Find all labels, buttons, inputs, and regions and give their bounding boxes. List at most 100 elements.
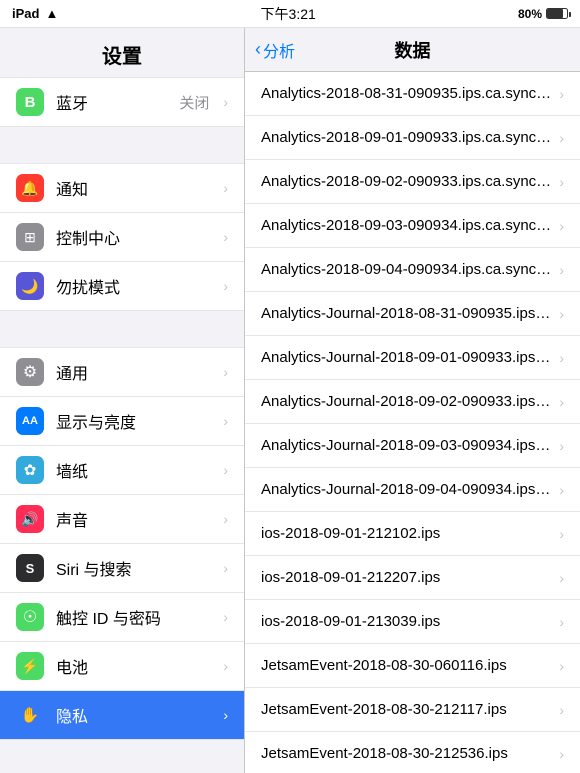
sidebar-item-display[interactable]: AA 显示与亮度 ›	[0, 397, 244, 446]
sidebar-section-3: ⚙ 通用 › AA 显示与亮度 › ✿ 墙纸 › �	[0, 347, 244, 740]
sidebar-section-top: B 蓝牙 关闭 ›	[0, 77, 244, 127]
sidebar-item-sounds[interactable]: 🔊 声音 ›	[0, 495, 244, 544]
file-name: JetsamEvent-2018-08-30-212536.ips	[261, 745, 551, 762]
file-name: JetsamEvent-2018-08-30-212117.ips	[261, 701, 551, 718]
file-name: Analytics-2018-08-31-090935.ips.ca.synce…	[261, 85, 551, 102]
list-item[interactable]: Analytics-2018-09-02-090933.ips.ca.synce…	[245, 160, 580, 204]
list-item[interactable]: Analytics-Journal-2018-09-04-090934.ips.…	[245, 468, 580, 512]
list-chevron-icon: ›	[559, 702, 564, 718]
sidebar-item-general[interactable]: ⚙ 通用 ›	[0, 347, 244, 397]
file-name: Analytics-2018-09-02-090933.ips.ca.synce…	[261, 173, 551, 190]
list-item[interactable]: Analytics-2018-09-01-090933.ips.ca.synce…	[245, 116, 580, 160]
file-name: Analytics-2018-09-01-090933.ips.ca.synce…	[261, 129, 551, 146]
touch-id-icon: ☉	[16, 603, 44, 631]
bluetooth-value: 关闭	[179, 92, 209, 113]
dnd-label: 勿扰模式	[56, 274, 209, 298]
list-item[interactable]: JetsamEvent-2018-08-30-212536.ips ›	[245, 732, 580, 773]
section-gap-1	[0, 127, 244, 163]
sidebar-item-dnd[interactable]: 🌙 勿扰模式 ›	[0, 262, 244, 311]
list-chevron-icon: ›	[559, 262, 564, 278]
file-name: JetsamEvent-2018-08-30-060116.ips	[261, 657, 551, 674]
status-right: 80%	[518, 7, 568, 21]
file-name: Analytics-Journal-2018-09-01-090933.ips.…	[261, 349, 551, 366]
dnd-icon: 🌙	[16, 272, 44, 300]
sidebar: 设置 B 蓝牙 关闭 › 🔔 通知 ›	[0, 28, 245, 773]
list-chevron-icon: ›	[559, 218, 564, 234]
file-name: Analytics-2018-09-03-090934.ips.ca.synce…	[261, 217, 551, 234]
display-icon: AA	[16, 407, 44, 435]
list-item[interactable]: Analytics-2018-08-31-090935.ips.ca.synce…	[245, 72, 580, 116]
list-item[interactable]: ios-2018-09-01-213039.ips ›	[245, 600, 580, 644]
list-chevron-icon: ›	[559, 526, 564, 542]
right-file-list: Analytics-2018-08-31-090935.ips.ca.synce…	[245, 72, 580, 773]
bluetooth-chevron: ›	[223, 94, 228, 110]
display-label: 显示与亮度	[56, 409, 209, 433]
notifications-label: 通知	[56, 176, 209, 200]
file-name: ios-2018-09-01-213039.ips	[261, 613, 551, 630]
file-name: Analytics-Journal-2018-09-02-090933.ips.…	[261, 393, 551, 410]
carrier-label: iPad	[12, 6, 39, 21]
sidebar-item-siri[interactable]: S Siri 与搜索 ›	[0, 544, 244, 593]
general-icon: ⚙	[16, 358, 44, 386]
back-button[interactable]: ‹ 分析	[255, 38, 295, 62]
sidebar-item-touch-id[interactable]: ☉ 触控 ID 与密码 ›	[0, 593, 244, 642]
control-center-chevron: ›	[223, 229, 228, 245]
sidebar-item-privacy[interactable]: ✋ 隐私 ›	[0, 691, 244, 740]
main-layout: 设置 B 蓝牙 关闭 › 🔔 通知 ›	[0, 28, 580, 773]
battery-icon-sidebar: ⚡	[16, 652, 44, 680]
sidebar-item-battery[interactable]: ⚡ 电池 ›	[0, 642, 244, 691]
sidebar-item-control-center[interactable]: ⊞ 控制中心 ›	[0, 213, 244, 262]
sidebar-item-notifications[interactable]: 🔔 通知 ›	[0, 163, 244, 213]
list-item[interactable]: JetsamEvent-2018-08-30-060116.ips ›	[245, 644, 580, 688]
right-header: ‹ 分析 数据	[245, 28, 580, 72]
sounds-label: 声音	[56, 507, 209, 531]
list-item[interactable]: ios-2018-09-01-212102.ips ›	[245, 512, 580, 556]
notifications-chevron: ›	[223, 180, 228, 196]
dnd-chevron: ›	[223, 278, 228, 294]
battery-label: 电池	[56, 654, 209, 678]
list-item[interactable]: JetsamEvent-2018-08-30-212117.ips ›	[245, 688, 580, 732]
list-chevron-icon: ›	[559, 350, 564, 366]
siri-label: Siri 与搜索	[56, 556, 209, 580]
wallpaper-chevron: ›	[223, 462, 228, 478]
battery-icon	[546, 8, 568, 19]
list-item[interactable]: Analytics-Journal-2018-09-01-090933.ips.…	[245, 336, 580, 380]
siri-icon: S	[16, 554, 44, 582]
sidebar-title: 设置	[0, 28, 244, 77]
sidebar-section-2: 🔔 通知 › ⊞ 控制中心 › 🌙 勿扰模式 ›	[0, 163, 244, 311]
list-chevron-icon: ›	[559, 130, 564, 146]
list-item[interactable]: ios-2018-09-01-212207.ips ›	[245, 556, 580, 600]
list-chevron-icon: ›	[559, 570, 564, 586]
sounds-chevron: ›	[223, 511, 228, 527]
list-item[interactable]: Analytics-Journal-2018-09-03-090934.ips.…	[245, 424, 580, 468]
battery-chevron: ›	[223, 658, 228, 674]
bluetooth-icon: B	[16, 88, 44, 116]
file-name: ios-2018-09-01-212207.ips	[261, 569, 551, 586]
general-label: 通用	[56, 360, 209, 384]
privacy-icon: ✋	[16, 701, 44, 729]
list-item[interactable]: Analytics-2018-09-03-090934.ips.ca.synce…	[245, 204, 580, 248]
battery-fill	[547, 9, 563, 18]
list-item[interactable]: Analytics-Journal-2018-08-31-090935.ips.…	[245, 292, 580, 336]
sidebar-item-bluetooth[interactable]: B 蓝牙 关闭 ›	[0, 77, 244, 127]
status-time: 下午3:21	[261, 4, 316, 24]
file-name: Analytics-Journal-2018-08-31-090935.ips.…	[261, 305, 551, 322]
list-item[interactable]: Analytics-Journal-2018-09-02-090933.ips.…	[245, 380, 580, 424]
status-left: iPad ▲	[12, 6, 58, 21]
list-chevron-icon: ›	[559, 614, 564, 630]
sidebar-item-wallpaper[interactable]: ✿ 墙纸 ›	[0, 446, 244, 495]
touch-id-chevron: ›	[223, 609, 228, 625]
control-center-icon: ⊞	[16, 223, 44, 251]
wifi-icon: ▲	[45, 6, 58, 21]
notifications-icon: 🔔	[16, 174, 44, 202]
privacy-chevron: ›	[223, 707, 228, 723]
sounds-icon: 🔊	[16, 505, 44, 533]
list-chevron-icon: ›	[559, 86, 564, 102]
list-chevron-icon: ›	[559, 438, 564, 454]
list-chevron-icon: ›	[559, 174, 564, 190]
status-bar: iPad ▲ 下午3:21 80%	[0, 0, 580, 28]
list-item[interactable]: Analytics-2018-09-04-090934.ips.ca.synce…	[245, 248, 580, 292]
file-name: Analytics-2018-09-04-090934.ips.ca.synce…	[261, 261, 551, 278]
section-gap-2	[0, 311, 244, 347]
list-chevron-icon: ›	[559, 306, 564, 322]
